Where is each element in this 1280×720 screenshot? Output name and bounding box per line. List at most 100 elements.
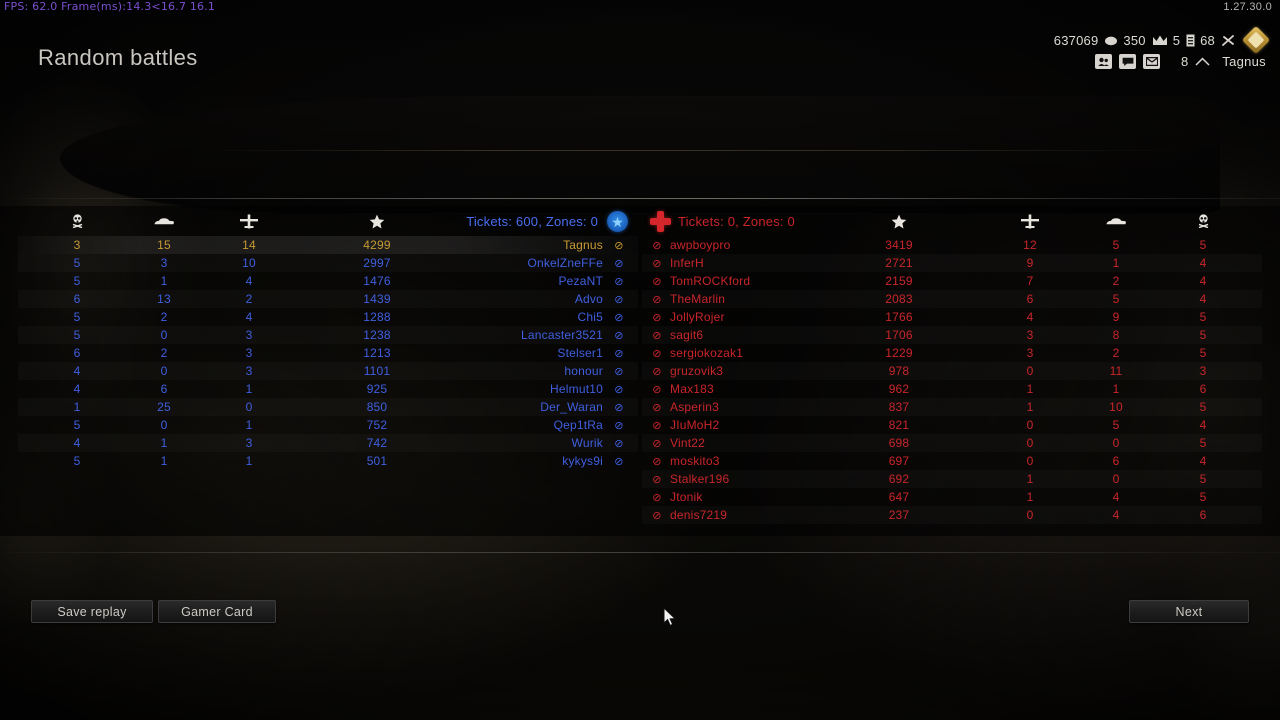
- ally-tanks: 2: [160, 346, 168, 360]
- table-row[interactable]: 3 15 14 4299 Tagnus ⊘: [18, 236, 638, 254]
- enemy-score: 237: [888, 508, 910, 522]
- gamer-card-button[interactable]: Gamer Card: [158, 600, 276, 623]
- hud-player-name[interactable]: Tagnus: [1222, 54, 1266, 69]
- enemy-deaths: 5: [1199, 436, 1207, 450]
- ally-score: 1476: [363, 274, 391, 288]
- enemy-player-name: sagit6: [670, 328, 704, 342]
- table-row[interactable]: ⊘ Max183 962 1 1 6: [642, 380, 1262, 398]
- ally-score: 1288: [363, 310, 391, 324]
- ally-player-name: honour: [564, 364, 603, 378]
- table-row[interactable]: 5 1 1 501 kykys9i ⊘: [18, 452, 638, 470]
- table-row[interactable]: ⊘ TomROCKford 2159 7 2 4: [642, 272, 1262, 290]
- destroyed-icon: ⊘: [652, 347, 662, 360]
- friends-icon[interactable]: [1095, 54, 1113, 69]
- table-row[interactable]: 5 3 10 2997 OnkelZneFFe ⊘: [18, 254, 638, 272]
- table-row[interactable]: ⊘ sergiokozak1 1229 3 2 5: [642, 344, 1262, 362]
- table-row[interactable]: ⊘ gruzovik3 978 0 11 3: [642, 362, 1262, 380]
- table-row[interactable]: 5 2 4 1288 Chi5 ⊘: [18, 308, 638, 326]
- table-row[interactable]: ⊘ sagit6 1706 3 8 5: [642, 326, 1262, 344]
- column-header-tank-enemies: [1101, 206, 1131, 236]
- ally-planes: 1: [245, 418, 253, 432]
- chat-icon[interactable]: [1119, 54, 1137, 69]
- clan-badge-icon[interactable]: [1241, 25, 1271, 55]
- destroyed-icon: ⊘: [614, 293, 624, 306]
- table-row[interactable]: ⊘ Vint22 698 0 0 5: [642, 434, 1262, 452]
- ally-tanks: 2: [160, 310, 168, 324]
- table-row[interactable]: 5 1 4 1476 PezaNT ⊘: [18, 272, 638, 290]
- ally-tanks: 1: [160, 274, 168, 288]
- ally-planes: 3: [245, 346, 253, 360]
- table-row[interactable]: ⊘ InferH 2721 9 1 4: [642, 254, 1262, 272]
- table-row[interactable]: 4 6 1 925 Helmut10 ⊘: [18, 380, 638, 398]
- column-header-plane-allies: [234, 206, 264, 236]
- enemy-score: 1706: [885, 328, 913, 342]
- ally-planes: 0: [245, 400, 253, 414]
- table-row[interactable]: 4 0 3 1101 honour ⊘: [18, 362, 638, 380]
- enemy-score: 647: [888, 490, 910, 504]
- destroyed-icon: ⊘: [652, 491, 662, 504]
- enemy-score: 821: [888, 418, 910, 432]
- table-row[interactable]: ⊘ JollyRojer 1766 4 9 5: [642, 308, 1262, 326]
- ally-deaths: 4: [73, 364, 81, 378]
- enemy-player-name: sergiokozak1: [670, 346, 744, 360]
- ally-tanks: 0: [160, 328, 168, 342]
- next-button[interactable]: Next: [1129, 600, 1249, 623]
- table-row[interactable]: 6 2 3 1213 Stelser1 ⊘: [18, 344, 638, 362]
- enemy-planes: 6: [1026, 292, 1034, 306]
- table-row[interactable]: ⊘ JIuMoH2 821 0 5 4: [642, 416, 1262, 434]
- table-row[interactable]: 6 13 2 1439 Advo ⊘: [18, 290, 638, 308]
- enemy-tanks: 0: [1112, 472, 1120, 486]
- ally-player-name: Tagnus: [563, 238, 603, 252]
- table-row[interactable]: ⊘ Asperin3 837 1 10 5: [642, 398, 1262, 416]
- ally-planes: 3: [245, 328, 253, 342]
- destroyed-icon: ⊘: [614, 257, 624, 270]
- ally-score: 925: [366, 382, 388, 396]
- column-header-skull-enemies: [1188, 206, 1218, 236]
- allies-rows: 3 15 14 4299 Tagnus ⊘ 5 3 10 2997 OnkelZneFFe ⊘ 5 1 4 1…: [18, 236, 638, 470]
- enemy-player-name: awpboypro: [670, 238, 731, 252]
- enemy-player-name: Stalker196: [670, 472, 730, 486]
- enemy-planes: 7: [1026, 274, 1034, 288]
- destroyed-icon: ⊘: [652, 257, 662, 270]
- container-count: 5: [1172, 32, 1181, 48]
- table-row[interactable]: 5 0 1 752 Qep1tRa ⊘: [18, 416, 638, 434]
- destroyed-icon: ⊘: [614, 401, 624, 414]
- enemy-score: 1766: [885, 310, 913, 324]
- rank-value: 8: [1181, 54, 1189, 69]
- enemy-tanks: 6: [1112, 454, 1120, 468]
- table-row[interactable]: 5 0 3 1238 Lancaster3521 ⊘: [18, 326, 638, 344]
- destroyed-icon: ⊘: [652, 239, 662, 252]
- table-row[interactable]: ⊘ denis7219 237 0 4 6: [642, 506, 1262, 524]
- destroyed-icon: ⊘: [652, 473, 662, 486]
- enemies-header: Tickets: 0, Zones: 0: [642, 206, 1262, 236]
- enemy-player-name: Vint22: [670, 436, 706, 450]
- ally-deaths: 5: [73, 310, 81, 324]
- table-row[interactable]: ⊘ TheMarlin 2083 6 5 4: [642, 290, 1262, 308]
- table-row[interactable]: ⊘ Stalker196 692 1 0 5: [642, 470, 1262, 488]
- column-header-skull-allies: [62, 206, 92, 236]
- fps-overlay: FPS: 62.0 Frame(ms):14.3<16.7 16.1: [4, 0, 216, 13]
- ally-score: 1101: [363, 364, 391, 378]
- enemy-deaths: 3: [1199, 364, 1207, 378]
- table-row[interactable]: ⊘ moskito3 697 0 6 4: [642, 452, 1262, 470]
- table-row[interactable]: 1 25 0 850 Der_Waran ⊘: [18, 398, 638, 416]
- enemy-planes: 1: [1026, 472, 1034, 486]
- table-row[interactable]: 4 1 3 742 Wurik ⊘: [18, 434, 638, 452]
- table-row[interactable]: ⊘ awpboypro 3419 12 5 5: [642, 236, 1262, 254]
- enemy-score: 837: [888, 400, 910, 414]
- enemy-tanks: 10: [1109, 400, 1123, 414]
- gold-amount: 350: [1123, 32, 1146, 48]
- ally-planes: 1: [245, 382, 253, 396]
- enemy-player-name: moskito3: [670, 454, 720, 468]
- enemy-tanks: 2: [1112, 274, 1120, 288]
- table-row[interactable]: ⊘ Jtonik 647 1 4 5: [642, 488, 1262, 506]
- team-allies: Tickets: 600, Zones: 0 ★ 3 15 14 4299 Tagnus…: [18, 206, 638, 470]
- enemy-planes: 0: [1026, 508, 1034, 522]
- gold-crown-icon: [1152, 34, 1168, 47]
- enemy-score: 2159: [885, 274, 913, 288]
- ally-tanks: 15: [157, 238, 171, 252]
- mail-icon[interactable]: [1143, 54, 1161, 69]
- enemy-deaths: 5: [1199, 238, 1207, 252]
- enemy-tanks: 8: [1112, 328, 1120, 342]
- save-replay-button[interactable]: Save replay: [31, 600, 153, 623]
